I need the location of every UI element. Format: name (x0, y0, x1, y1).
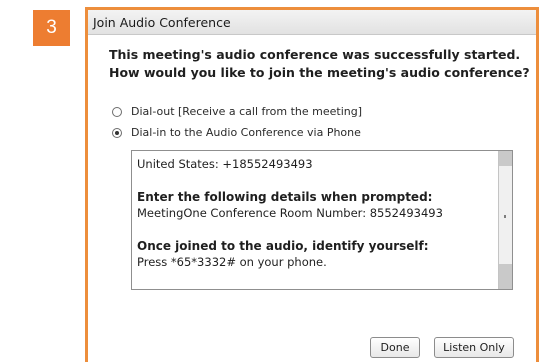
join-audio-conference-dialog: Join Audio Conference This meeting's aud… (85, 7, 539, 362)
option-dial-out-label: Dial-out [Receive a call from the meetin… (131, 105, 363, 118)
identify-instruction: Press *65*3332# on your phone. (137, 255, 327, 269)
scrollbar-top-cap (499, 151, 512, 166)
conference-room-number: MeetingOne Conference Room Number: 85524… (137, 206, 443, 220)
identify-heading: Once joined to the audio, identify yours… (137, 238, 429, 253)
step-number: 3 (46, 17, 57, 38)
done-button[interactable]: Done (370, 337, 420, 358)
intro-line-1: This meeting's audio conference was succ… (109, 47, 521, 62)
option-dial-in[interactable]: Dial-in to the Audio Conference via Phon… (112, 126, 361, 139)
dial-in-number: United States: +18552493493 (137, 157, 313, 171)
radio-dial-out[interactable] (112, 106, 122, 117)
scrollbar-bottom-cap (499, 264, 512, 289)
option-dial-out[interactable]: Dial-out [Receive a call from the meetin… (112, 105, 362, 118)
radio-dial-in[interactable] (112, 127, 122, 138)
listen-only-button[interactable]: Listen Only (434, 337, 514, 358)
radio-selected-dot (115, 130, 119, 135)
details-scrollbar[interactable] (498, 151, 512, 289)
dialog-intro: This meeting's audio conference was succ… (109, 46, 530, 82)
intro-line-2: How would you like to join the meeting's… (109, 65, 530, 80)
scrollbar-grip[interactable] (504, 215, 506, 218)
dial-in-details-box: United States: +18552493493 Enter the fo… (131, 150, 513, 290)
dialog-title: Join Audio Conference (93, 14, 231, 30)
dial-in-details-content: United States: +18552493493 Enter the fo… (137, 156, 497, 271)
option-dial-in-label: Dial-in to the Audio Conference via Phon… (131, 126, 361, 139)
prompt-heading: Enter the following details when prompte… (137, 189, 433, 204)
step-number-badge: 3 (33, 10, 70, 46)
dialog-titlebar[interactable]: Join Audio Conference (88, 10, 536, 35)
